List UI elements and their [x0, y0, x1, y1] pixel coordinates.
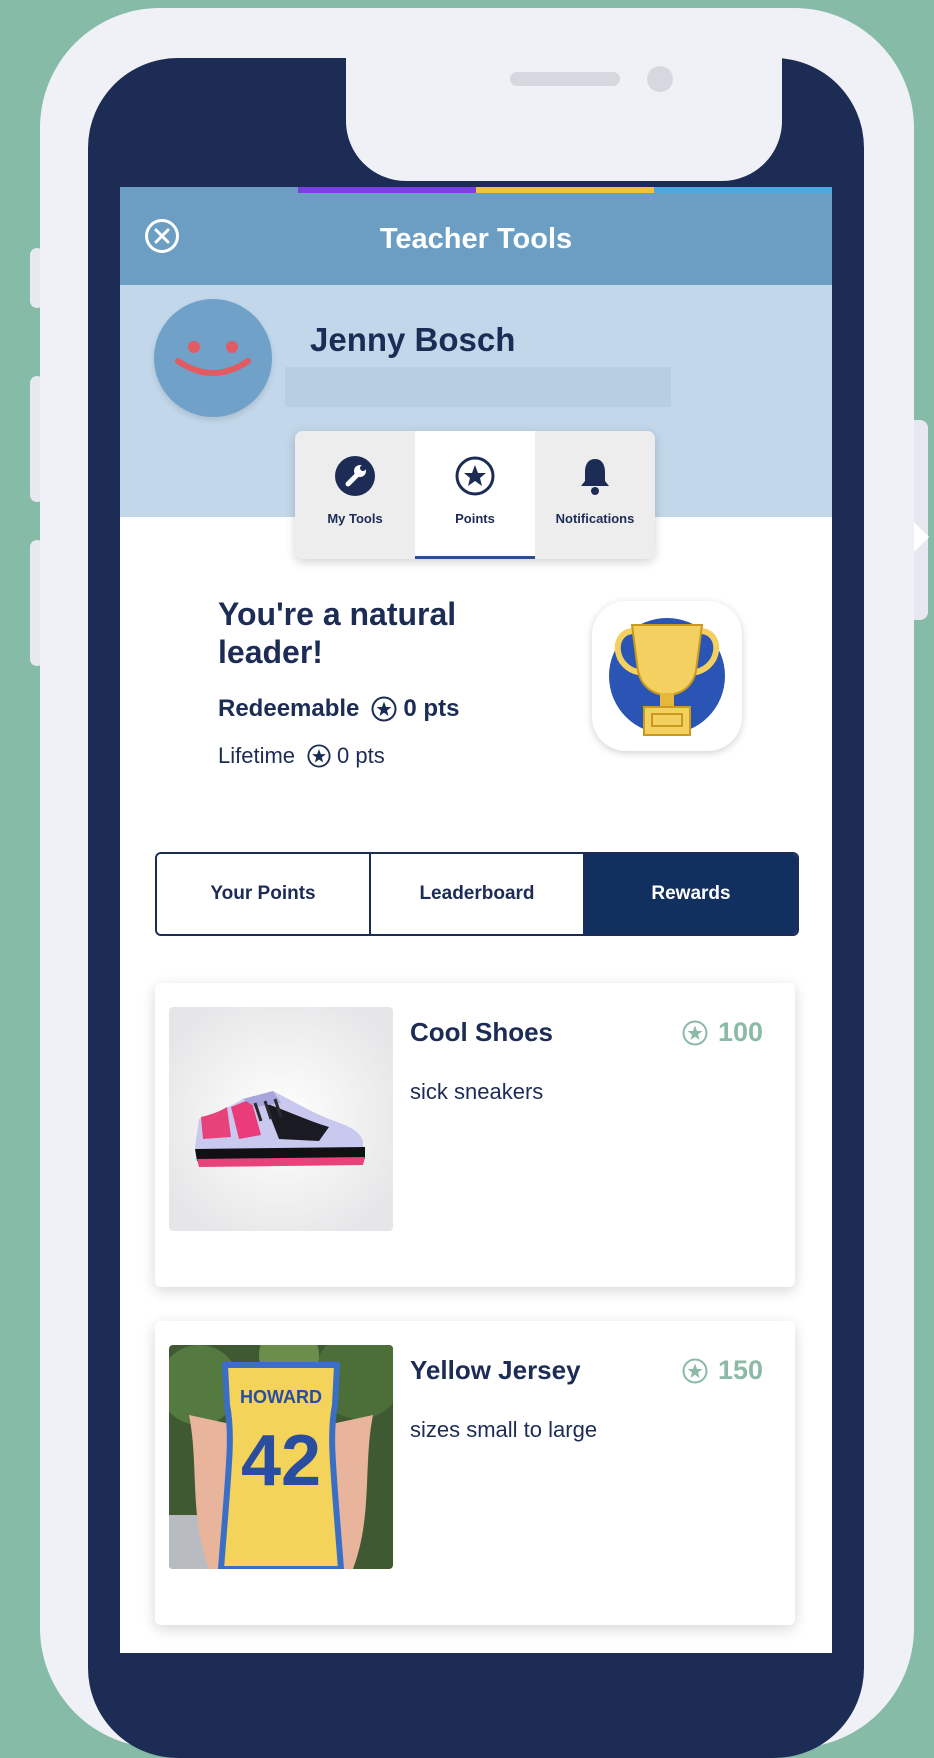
reward-card[interactable]: Cool Shoes sick sneakers 100 [155, 983, 795, 1287]
tab-label: Points [455, 511, 495, 526]
jersey-name-text: HOWARD [240, 1387, 322, 1407]
segment-your-points[interactable]: Your Points [157, 854, 369, 934]
profile-subtitle-placeholder [285, 367, 671, 407]
page-title: Teacher Tools [379, 222, 573, 255]
reward-cost-value: 150 [717, 1355, 763, 1385]
points-segmented-control: Your Points Leaderboard Rewards [155, 852, 799, 936]
trophy-badge [592, 601, 742, 751]
segment-rewards[interactable]: Rewards [583, 854, 797, 934]
lifetime-points: Lifetime 0 pts [218, 743, 385, 769]
jersey-image: HOWARD 42 [169, 1345, 393, 1569]
lifetime-label: Lifetime [218, 743, 296, 768]
jersey-number-text: 42 [241, 1421, 321, 1501]
profile-name: Jenny Bosch [310, 321, 516, 358]
tab-my-tools[interactable]: My Tools [295, 431, 415, 559]
close-button[interactable] [145, 219, 179, 253]
reward-card[interactable]: HOWARD 42 Yellow Jersey sizes small to l… [155, 1321, 795, 1625]
front-camera [647, 66, 673, 92]
tools-tab-bar: My Tools Points Notifications [295, 431, 655, 559]
tab-notifications[interactable]: Notifications [535, 431, 655, 559]
lifetime-value: 0 pts [337, 743, 385, 768]
app-screen: Teacher Tools Jenny Bosch My Tools Point… [120, 187, 832, 1653]
trophy-icon [609, 618, 725, 736]
phone-notch [346, 58, 782, 181]
points-headline: You're a natural leader! [218, 596, 457, 670]
redeemable-value: 0 pts [403, 695, 460, 722]
reward-description: sizes small to large [410, 1417, 598, 1442]
reward-cost: 100 [682, 1017, 763, 1048]
reward-description: sick sneakers [410, 1079, 544, 1104]
bell-icon [581, 459, 609, 495]
close-icon [154, 228, 170, 244]
reward-cost-value: 100 [717, 1017, 763, 1047]
smiley-face-icon [175, 341, 251, 376]
star-icon [455, 456, 495, 496]
speaker-grille [510, 72, 620, 86]
sneaker-image [169, 1007, 393, 1231]
redeemable-points: Redeemable 0 pts [218, 695, 459, 723]
app-header: Teacher Tools [120, 193, 832, 285]
star-icon [682, 1020, 708, 1045]
star-icon [371, 696, 397, 722]
segment-leaderboard[interactable]: Leaderboard [369, 854, 583, 934]
reward-title: Cool Shoes [410, 1017, 554, 1047]
reward-title: Yellow Jersey [410, 1355, 581, 1385]
reward-cost: 150 [682, 1355, 763, 1386]
tab-label: Notifications [555, 511, 635, 526]
star-icon [682, 1358, 708, 1383]
redeemable-label: Redeemable [218, 695, 360, 722]
wrench-icon [335, 456, 375, 496]
star-icon [307, 744, 331, 768]
tab-points[interactable]: Points [415, 431, 535, 559]
avatar[interactable] [154, 299, 272, 417]
tab-label: My Tools [327, 511, 383, 526]
